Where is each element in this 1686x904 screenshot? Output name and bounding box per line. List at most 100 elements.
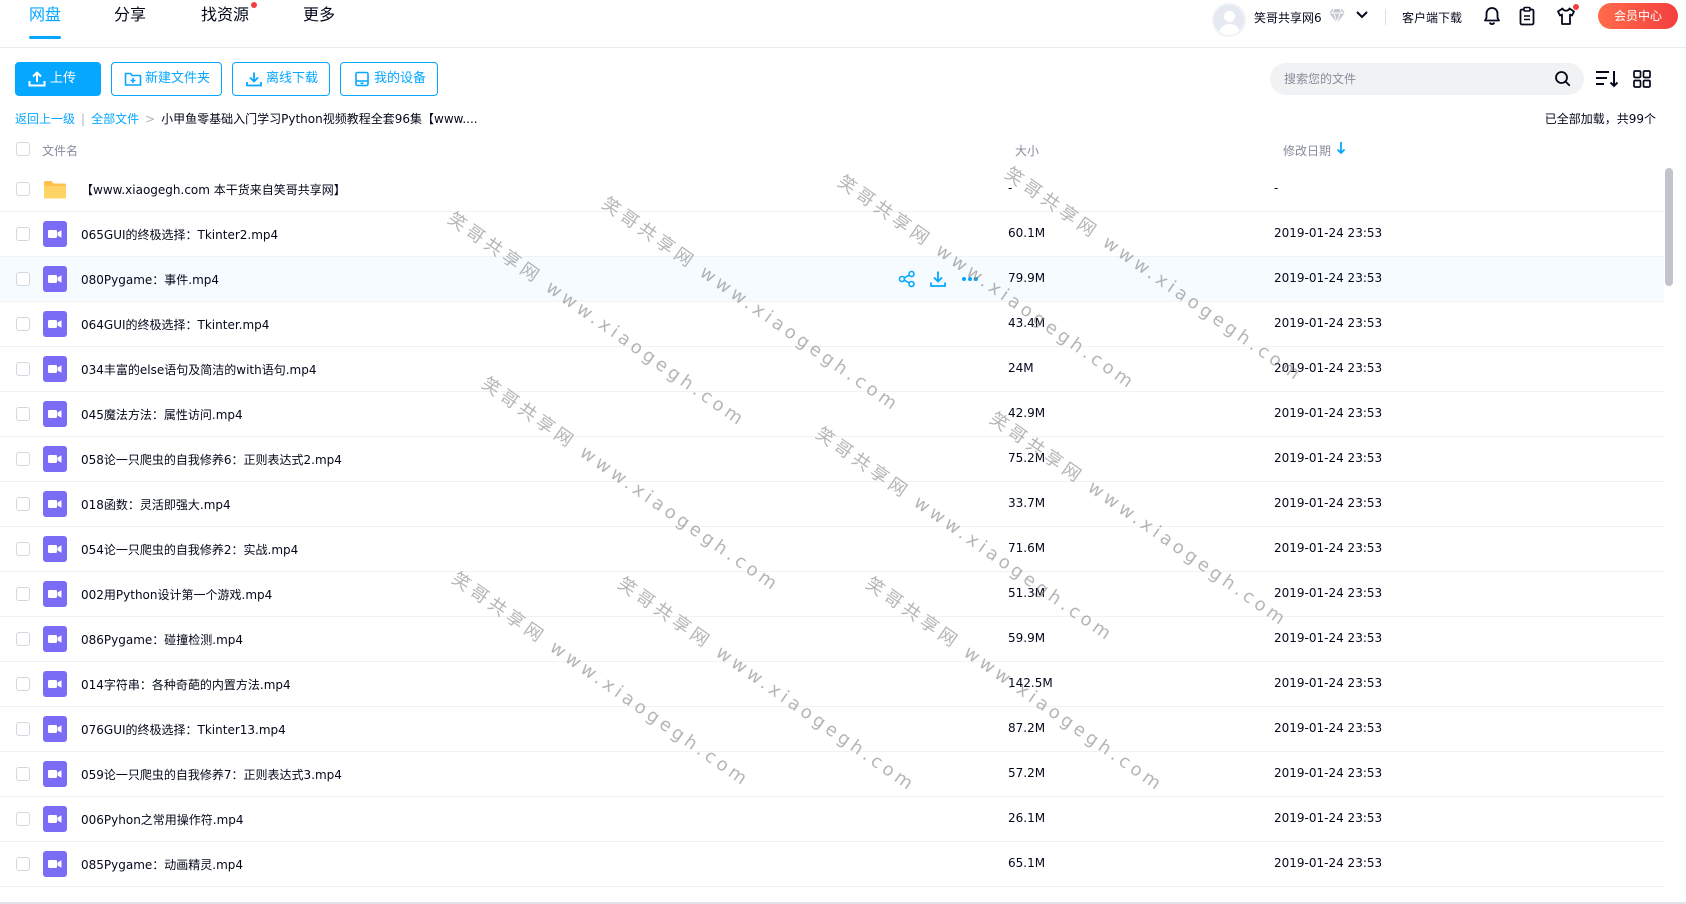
video-file-icon [43,266,67,292]
table-row[interactable]: 034丰富的else语句及简洁的with语句.mp4 24M 2019-01-24 … [0,347,1664,392]
row-checkbox[interactable] [16,182,30,196]
row-checkbox[interactable] [16,407,30,421]
file-date: 2019-01-24 23:53 [1274,451,1383,465]
file-name[interactable]: 086Pygame：碰撞检测.mp4 [81,631,243,648]
tab-netdisk[interactable]: 网盘 [29,4,62,39]
table-row[interactable]: 058论一只爬虫的自我修养6：正则表达式2.mp4 75.2M 2019-01-24… [0,437,1664,482]
table-row[interactable]: 054论一只爬虫的自我修养2：实战.mp4 71.6M 2019-01-24 23:… [0,527,1664,572]
table-row[interactable]: 006Pyhon之常用操作符.mp4 26.1M 2019-01-24 23:53 [0,797,1664,842]
upload-button[interactable]: 上传 [15,62,101,96]
sort-desc-arrow-icon[interactable] [1336,141,1346,155]
bell-icon[interactable] [1482,6,1502,26]
file-size: 142.5M [1008,676,1053,690]
video-file-icon [43,761,67,787]
file-name[interactable]: 045魔法方法：属性访问.mp4 [81,406,243,423]
file-name[interactable]: 085Pygame：动画精灵.mp4 [81,856,243,873]
file-size: 42.9M [1008,406,1046,420]
file-name[interactable]: 【www.xiaogegh.com 本干货来自笑哥共享网】 [81,181,346,198]
row-checkbox[interactable] [16,317,30,331]
file-name[interactable]: 059论一只爬虫的自我修养7：正则表达式3.mp4 [81,766,342,783]
row-checkbox[interactable] [16,542,30,556]
table-row[interactable]: 076GUI的终极选择：Tkinter13.mp4 87.2M 2019-01-24… [0,707,1664,752]
table-row[interactable]: 059论一只爬虫的自我修养7：正则表达式3.mp4 57.2M 2019-01-24… [0,752,1664,797]
my-devices-button[interactable]: 我的设备 [340,62,438,96]
row-checkbox[interactable] [16,767,30,781]
file-name[interactable]: 002用Python设计第一个游戏.mp4 [81,586,272,603]
table-row[interactable]: 【www.xiaogegh.com 本干货来自笑哥共享网】 - - [0,167,1664,212]
row-checkbox[interactable] [16,587,30,601]
column-size[interactable]: 大小 [1015,142,1039,159]
tab-find-resources[interactable]: 找资源 [201,4,249,34]
file-name[interactable]: 058论一只爬虫的自我修养6：正则表达式2.mp4 [81,451,342,468]
row-checkbox[interactable] [16,722,30,736]
share-icon[interactable] [898,270,916,288]
upload-icon [28,71,46,87]
row-checkbox[interactable] [16,812,30,826]
file-date: 2019-01-24 23:53 [1274,721,1383,735]
table-row[interactable]: 085Pygame：动画精灵.mp4 65.1M 2019-01-24 23:53 [0,842,1664,887]
file-name[interactable]: 014字符串：各种奇葩的内置方法.mp4 [81,676,291,693]
file-name[interactable]: 054论一只爬虫的自我修养2：实战.mp4 [81,541,298,558]
breadcrumb-back[interactable]: 返回上一级 [15,112,75,126]
scrollbar-thumb[interactable] [1665,168,1673,286]
file-size: 26.1M [1008,811,1046,825]
row-checkbox[interactable] [16,227,30,241]
tab-more[interactable]: 更多 [303,4,335,34]
vip-center-button[interactable]: 会员中心 [1598,3,1678,29]
row-checkbox[interactable] [16,497,30,511]
row-checkbox[interactable] [16,362,30,376]
breadcrumb: 返回上一级 | 全部文件 > 小甲鱼零基础入门学习Python视频教程全套96集【www… [15,110,478,127]
new-folder-icon [124,72,142,86]
download-icon[interactable] [929,270,947,288]
table-row[interactable]: 002用Python设计第一个游戏.mp4 51.3M 2019-01-24 23:… [0,572,1664,617]
chevron-down-icon[interactable] [1356,10,1368,20]
clipboard-icon[interactable] [1517,6,1537,26]
new-folder-button[interactable]: 新建文件夹 [111,62,222,96]
row-checkbox[interactable] [16,452,30,466]
file-name[interactable]: 018函数：灵活即强大.mp4 [81,496,231,513]
file-size: 59.9M [1008,631,1046,645]
sort-icon[interactable] [1594,68,1620,90]
row-checkbox[interactable] [16,272,30,286]
grid-view-icon[interactable] [1633,70,1651,88]
file-size: 65.1M [1008,856,1046,870]
row-checkbox[interactable] [16,632,30,646]
file-date: 2019-01-24 23:53 [1274,766,1383,780]
top-nav: 网盘 分享 找资源 更多 笑哥共享网6 客户端下载 会员中心 [0,0,1686,48]
row-checkbox[interactable] [16,857,30,871]
file-name[interactable]: 076GUI的终极选择：Tkinter13.mp4 [81,721,286,738]
file-date: 2019-01-24 23:53 [1274,811,1383,825]
file-date: 2019-01-24 23:53 [1274,361,1383,375]
file-date: 2019-01-24 23:53 [1274,541,1383,555]
table-row[interactable]: 064GUI的终极选择：Tkinter.mp4 43.4M 2019-01-24 2… [0,302,1664,347]
table-row[interactable]: 080Pygame：事件.mp4 79.9M 2019-01-24 23:53 [0,257,1664,302]
table-row[interactable]: 014字符串：各种奇葩的内置方法.mp4 142.5M 2019-01-24 23:… [0,662,1664,707]
file-date: 2019-01-24 23:53 [1274,271,1383,285]
file-name[interactable]: 080Pygame：事件.mp4 [81,271,219,288]
loaded-count: 已全部加载，共99个 [1544,112,1656,126]
search-icon[interactable] [1554,70,1572,88]
file-name[interactable]: 065GUI的终极选择：Tkinter2.mp4 [81,226,278,243]
more-icon[interactable] [961,270,979,288]
table-row[interactable]: 086Pygame：碰撞检测.mp4 59.9M 2019-01-24 23:53 [0,617,1664,662]
file-name[interactable]: 064GUI的终极选择：Tkinter.mp4 [81,316,269,333]
table-row[interactable]: 018函数：灵活即强大.mp4 33.7M 2019-01-24 23:53 [0,482,1664,527]
select-all-checkbox[interactable] [16,142,30,156]
column-name[interactable]: 文件名 [42,142,78,159]
file-date: 2019-01-24 23:53 [1274,676,1383,690]
file-size: 57.2M [1008,766,1046,780]
file-name[interactable]: 006Pyhon之常用操作符.mp4 [81,811,244,828]
username[interactable]: 笑哥共享网6 [1254,9,1322,26]
table-row[interactable]: 065GUI的终极选择：Tkinter2.mp4 60.1M 2019-01-24 … [0,212,1664,257]
breadcrumb-current: 小甲鱼零基础入门学习Python视频教程全套96集【www.... [161,112,478,126]
table-row[interactable]: 045魔法方法：属性访问.mp4 42.9M 2019-01-24 23:53 [0,392,1664,437]
client-download-link[interactable]: 客户端下载 [1402,9,1462,26]
file-name[interactable]: 034丰富的else语句及简洁的with语句.mp4 [81,361,316,378]
avatar[interactable] [1212,3,1246,37]
search-input[interactable] [1270,63,1584,95]
offline-download-button[interactable]: 离线下载 [232,62,330,96]
breadcrumb-all-files[interactable]: 全部文件 [91,112,139,126]
tab-share[interactable]: 分享 [114,4,146,34]
column-modified[interactable]: 修改日期 [1283,142,1331,159]
row-checkbox[interactable] [16,677,30,691]
